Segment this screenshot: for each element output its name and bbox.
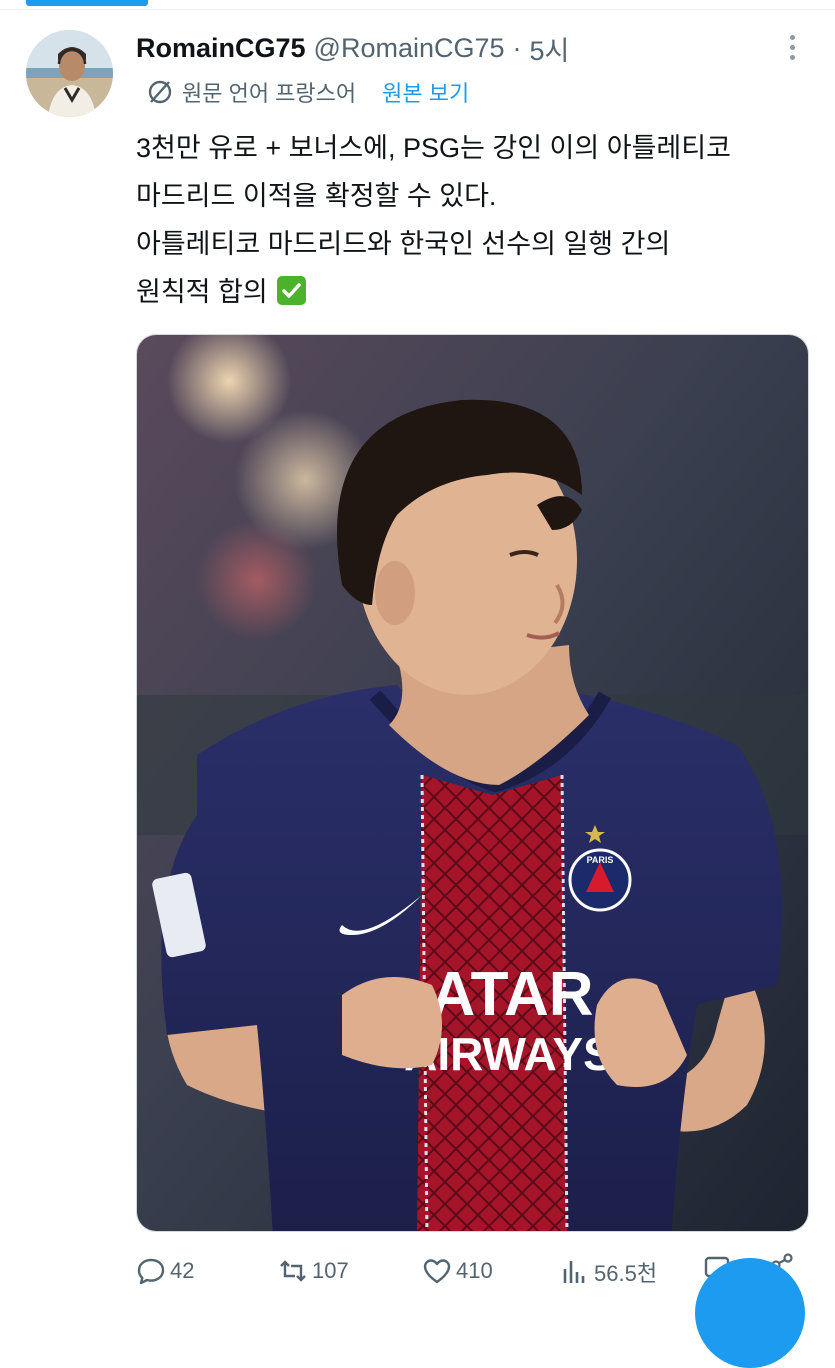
retweet-icon xyxy=(280,1260,306,1282)
reply-button[interactable]: 42 xyxy=(136,1256,194,1286)
tweet-text-line: 마드리드 이적을 확정할 수 있다. xyxy=(136,181,497,211)
view-original-link[interactable]: 원본 보기 xyxy=(382,76,469,108)
divider xyxy=(0,9,835,10)
tweet-text-line-last: 원칙적 합의 xyxy=(136,268,826,316)
translate-icon xyxy=(148,80,172,104)
views-button[interactable]: 56.5천 xyxy=(560,1256,657,1288)
tweet-header: RomainCG75 @RomainCG75 · 5시 xyxy=(136,30,569,66)
like-button[interactable]: 410 xyxy=(422,1256,493,1286)
more-options-icon[interactable] xyxy=(778,31,806,63)
translation-row: 원문 언어 프랑스어 원본 보기 xyxy=(146,76,469,108)
tweet-photo[interactable]: PARIS ATAR AIRWAYS xyxy=(136,334,809,1232)
reply-icon xyxy=(137,1258,165,1285)
retweet-button[interactable]: 107 xyxy=(278,1256,349,1286)
reply-count: 42 xyxy=(170,1258,195,1283)
retweet-count: 107 xyxy=(312,1258,349,1283)
separator-dot: · xyxy=(512,32,522,63)
sponsor-text-line1: ATAR xyxy=(431,960,594,1029)
like-count: 410 xyxy=(456,1258,493,1283)
check-mark-emoji-icon xyxy=(277,276,307,305)
translation-note: 원문 언어 프랑스어 xyxy=(182,81,357,106)
tweet-text-line: 3천만 유로 + 보너스에, PSG는 강인 이의 아틀레티코 xyxy=(136,133,731,163)
views-count: 56.5천 xyxy=(594,1261,658,1286)
compose-fab-button[interactable] xyxy=(695,1258,805,1368)
tweet-text-line: 아틀레티코 마드리드와 한국인 선수의 일행 간의 xyxy=(136,229,671,259)
tab-indicator xyxy=(26,0,148,6)
avatar[interactable] xyxy=(26,30,113,117)
tweet-text-line: 원칙적 합의 xyxy=(136,277,268,307)
user-handle[interactable]: @RomainCG75 xyxy=(314,33,505,64)
heart-icon xyxy=(423,1259,451,1284)
timestamp[interactable]: 5시 xyxy=(530,29,570,68)
views-bar-chart-icon xyxy=(563,1261,585,1283)
display-name[interactable]: RomainCG75 xyxy=(136,33,306,64)
crest-text: PARIS xyxy=(587,855,614,865)
tweet-text: 3천만 유로 + 보너스에, PSG는 강인 이의 아틀레티코 마드리드 이적을… xyxy=(136,124,826,316)
